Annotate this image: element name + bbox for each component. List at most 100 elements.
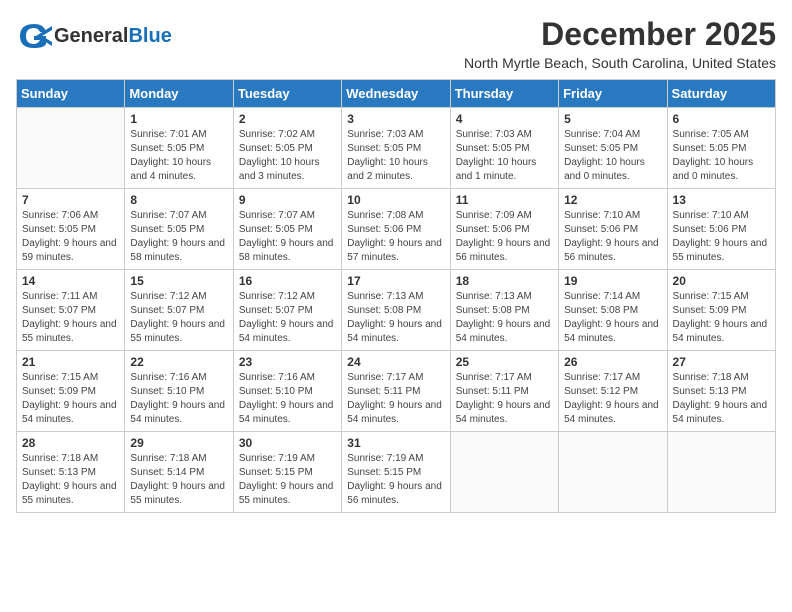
cell-info: Sunrise: 7:15 AMSunset: 5:09 PMDaylight:… [673, 290, 770, 346]
table-row: 6 Sunrise: 7:05 AMSunset: 5:05 PMDaylight… [667, 108, 775, 189]
day-number: 3 [347, 112, 444, 126]
cell-info: Sunrise: 7:13 AMSunset: 5:08 PMDaylight:… [347, 290, 444, 346]
day-number: 24 [347, 355, 444, 369]
table-row: 10 Sunrise: 7:08 AMSunset: 5:06 PMDayligh… [342, 189, 450, 270]
table-row: 21Sunrise: 7:15 AMSunset: 5:09 PMDayligh… [17, 351, 125, 432]
table-row [559, 432, 667, 513]
col-saturday: Saturday [667, 80, 775, 108]
col-tuesday: Tuesday [233, 80, 341, 108]
cell-info: Sunrise: 7:18 AMSunset: 5:14 PMDaylight:… [130, 452, 227, 508]
day-number: 7 [22, 193, 119, 207]
table-row: 18 Sunrise: 7:13 AMSunset: 5:08 PMDayligh… [450, 270, 558, 351]
day-number: 19 [564, 274, 661, 288]
table-row: 24 Sunrise: 7:17 AMSunset: 5:11 PMDayligh… [342, 351, 450, 432]
day-number: 12 [564, 193, 661, 207]
logo-general: General [54, 25, 128, 47]
cell-info: Sunrise: 7:16 AMSunset: 5:10 PMDaylight:… [130, 371, 227, 427]
table-row: 25 Sunrise: 7:17 AMSunset: 5:11 PMDayligh… [450, 351, 558, 432]
table-row: 16Sunrise: 7:12 AMSunset: 5:07 PMDayligh… [233, 270, 341, 351]
cell-info: Sunrise: 7:17 AMSunset: 5:12 PMDaylight:… [564, 371, 661, 427]
table-row: 12 Sunrise: 7:10 AMSunset: 5:06 PMDayligh… [559, 189, 667, 270]
cell-info: Sunrise: 7:19 AMSunset: 5:15 PMDaylight:… [239, 452, 336, 508]
day-number: 25 [456, 355, 553, 369]
day-number: 5 [564, 112, 661, 126]
table-row: 4 Sunrise: 7:03 AMSunset: 5:05 PMDaylight… [450, 108, 558, 189]
day-number: 20 [673, 274, 770, 288]
cell-info: Sunrise: 7:07 AMSunset: 5:05 PMDaylight:… [130, 209, 227, 265]
table-row: 5 Sunrise: 7:04 AMSunset: 5:05 PMDaylight… [559, 108, 667, 189]
table-row: 26 Sunrise: 7:17 AMSunset: 5:12 PMDayligh… [559, 351, 667, 432]
table-row: 20 Sunrise: 7:15 AMSunset: 5:09 PMDayligh… [667, 270, 775, 351]
day-number: 1 [130, 112, 227, 126]
cell-info: Sunrise: 7:09 AMSunset: 5:06 PMDaylight:… [456, 209, 553, 265]
location-title: North Myrtle Beach, South Carolina, Unit… [464, 55, 776, 71]
table-row: 15 Sunrise: 7:12 AMSunset: 5:07 PMDayligh… [125, 270, 233, 351]
cell-info: Sunrise: 7:17 AMSunset: 5:11 PMDaylight:… [456, 371, 553, 427]
cell-info: Sunrise: 7:18 AMSunset: 5:13 PMDaylight:… [673, 371, 770, 427]
table-row: 3Sunrise: 7:03 AMSunset: 5:05 PMDaylight… [342, 108, 450, 189]
table-row: 22 Sunrise: 7:16 AMSunset: 5:10 PMDayligh… [125, 351, 233, 432]
table-row: 7 Sunrise: 7:06 AMSunset: 5:05 PMDaylight… [17, 189, 125, 270]
table-row: 28 Sunrise: 7:18 AMSunset: 5:13 PMDayligh… [17, 432, 125, 513]
table-row: 9Sunrise: 7:07 AMSunset: 5:05 PMDaylight… [233, 189, 341, 270]
calendar-week-row: 28 Sunrise: 7:18 AMSunset: 5:13 PMDayligh… [17, 432, 776, 513]
table-row: 8Sunrise: 7:07 AMSunset: 5:05 PMDaylight… [125, 189, 233, 270]
cell-info: Sunrise: 7:16 AMSunset: 5:10 PMDaylight:… [239, 371, 336, 427]
day-number: 14 [22, 274, 119, 288]
cell-info: Sunrise: 7:05 AMSunset: 5:05 PMDaylight:… [673, 128, 770, 184]
table-row: 2 Sunrise: 7:02 AMSunset: 5:05 PMDaylight… [233, 108, 341, 189]
day-number: 21 [22, 355, 119, 369]
cell-info: Sunrise: 7:04 AMSunset: 5:05 PMDaylight:… [564, 128, 661, 184]
day-number: 30 [239, 436, 336, 450]
cell-info: Sunrise: 7:10 AMSunset: 5:06 PMDaylight:… [564, 209, 661, 265]
table-row: 13 Sunrise: 7:10 AMSunset: 5:06 PMDayligh… [667, 189, 775, 270]
logo-blue: Blue [128, 25, 171, 47]
table-row: 31Sunrise: 7:19 AMSunset: 5:15 PMDayligh… [342, 432, 450, 513]
cell-info: Sunrise: 7:17 AMSunset: 5:11 PMDaylight:… [347, 371, 444, 427]
table-row: 23 Sunrise: 7:16 AMSunset: 5:10 PMDayligh… [233, 351, 341, 432]
cell-info: Sunrise: 7:08 AMSunset: 5:06 PMDaylight:… [347, 209, 444, 265]
day-number: 6 [673, 112, 770, 126]
day-number: 2 [239, 112, 336, 126]
cell-info: Sunrise: 7:11 AMSunset: 5:07 PMDaylight:… [22, 290, 119, 346]
day-number: 13 [673, 193, 770, 207]
table-row: 17 Sunrise: 7:13 AMSunset: 5:08 PMDayligh… [342, 270, 450, 351]
day-number: 31 [347, 436, 444, 450]
day-number: 26 [564, 355, 661, 369]
table-row: 30 Sunrise: 7:19 AMSunset: 5:15 PMDayligh… [233, 432, 341, 513]
cell-info: Sunrise: 7:01 AMSunset: 5:05 PMDaylight:… [130, 128, 227, 184]
col-friday: Friday [559, 80, 667, 108]
day-number: 17 [347, 274, 444, 288]
calendar-week-row: 1 Sunrise: 7:01 AMSunset: 5:05 PMDaylight… [17, 108, 776, 189]
cell-info: Sunrise: 7:03 AMSunset: 5:05 PMDaylight:… [456, 128, 553, 184]
day-number: 4 [456, 112, 553, 126]
cell-info: Sunrise: 7:12 AMSunset: 5:07 PMDaylight:… [130, 290, 227, 346]
calendar-header-row: Sunday Monday Tuesday Wednesday Thursday… [17, 80, 776, 108]
cell-info: Sunrise: 7:07 AMSunset: 5:05 PMDaylight:… [239, 209, 336, 265]
day-number: 28 [22, 436, 119, 450]
day-number: 18 [456, 274, 553, 288]
col-sunday: Sunday [17, 80, 125, 108]
day-number: 22 [130, 355, 227, 369]
calendar-week-row: 14 Sunrise: 7:11 AMSunset: 5:07 PMDayligh… [17, 270, 776, 351]
col-monday: Monday [125, 80, 233, 108]
cell-info: Sunrise: 7:10 AMSunset: 5:06 PMDaylight:… [673, 209, 770, 265]
month-title: December 2025 [464, 16, 776, 53]
day-number: 23 [239, 355, 336, 369]
table-row: 19Sunrise: 7:14 AMSunset: 5:08 PMDayligh… [559, 270, 667, 351]
day-number: 10 [347, 193, 444, 207]
cell-info: Sunrise: 7:02 AMSunset: 5:05 PMDaylight:… [239, 128, 336, 184]
calendar-table: Sunday Monday Tuesday Wednesday Thursday… [16, 79, 776, 513]
cell-info: Sunrise: 7:18 AMSunset: 5:13 PMDaylight:… [22, 452, 119, 508]
day-number: 27 [673, 355, 770, 369]
day-number: 15 [130, 274, 227, 288]
day-number: 16 [239, 274, 336, 288]
logo-text-block: GeneralBlue [54, 26, 172, 46]
table-row: 1 Sunrise: 7:01 AMSunset: 5:05 PMDaylight… [125, 108, 233, 189]
cell-info: Sunrise: 7:06 AMSunset: 5:05 PMDaylight:… [22, 209, 119, 265]
title-block: December 2025 North Myrtle Beach, South … [464, 16, 776, 71]
table-row [17, 108, 125, 189]
header: GeneralBlue December 2025 North Myrtle B… [16, 16, 776, 71]
cell-info: Sunrise: 7:13 AMSunset: 5:08 PMDaylight:… [456, 290, 553, 346]
logo: GeneralBlue [16, 16, 172, 56]
